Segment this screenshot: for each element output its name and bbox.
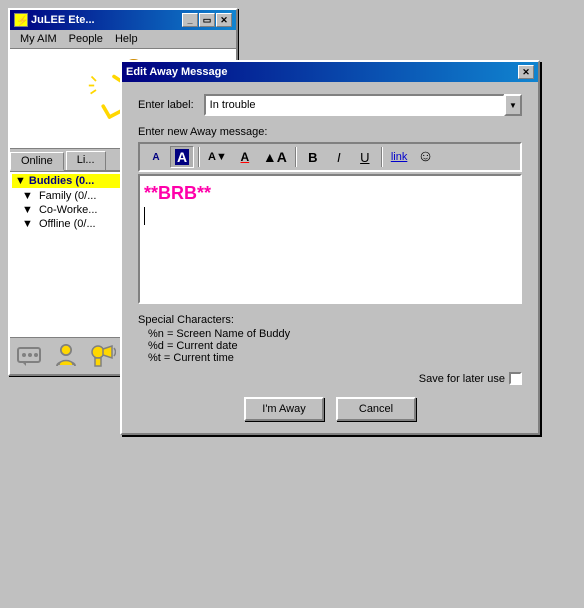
group-label-coworkers: Co-Worke... xyxy=(39,204,97,216)
font-size-up-icon: ▲A xyxy=(263,149,287,165)
italic-icon: I xyxy=(337,150,341,165)
toolbar-sep-3 xyxy=(381,147,383,167)
special-chars-section: Special Characters: %n = Screen Name of … xyxy=(138,314,522,364)
underline-button[interactable]: U xyxy=(353,146,377,168)
edit-away-message-dialog: Edit Away Message ✕ Enter label: In trou… xyxy=(120,60,540,435)
dialog-titlebar: Edit Away Message ✕ xyxy=(122,62,538,82)
label-dropdown[interactable]: In trouble xyxy=(204,94,505,116)
link-icon: link xyxy=(391,151,408,163)
group-arrow-coworkers: ▼ xyxy=(22,204,36,216)
menu-help[interactable]: Help xyxy=(109,32,144,46)
formatting-toolbar: A A A▼ A ▲A B xyxy=(138,142,522,172)
chat-icon[interactable] xyxy=(16,342,44,370)
aim-title-text: JuLEE Ete... xyxy=(31,14,95,26)
italic-button[interactable]: I xyxy=(327,146,351,168)
save-later-label: Save for later use xyxy=(419,372,522,385)
enter-message-text: Enter new Away message: xyxy=(138,126,267,138)
cancel-button[interactable]: Cancel xyxy=(336,397,416,421)
enter-label-row: Enter label: In trouble ▼ xyxy=(138,94,522,116)
special-char-line-1: %n = Screen Name of Buddy xyxy=(138,328,522,340)
toolbar-sep-1 xyxy=(198,147,200,167)
tab-online[interactable]: Online xyxy=(10,152,64,171)
save-later-checkbox[interactable] xyxy=(509,372,522,385)
link-button[interactable]: link xyxy=(387,146,412,168)
smiley-button[interactable]: ☺ xyxy=(413,146,437,168)
tab-list[interactable]: Li... xyxy=(66,151,106,170)
dialog-title-text: Edit Away Message xyxy=(126,66,228,78)
text-cursor xyxy=(144,207,516,225)
enter-label-text: Enter label: xyxy=(138,99,194,111)
enter-message-label: Enter new Away message: xyxy=(138,126,522,138)
font-color-icon: A xyxy=(241,150,250,164)
group-label-family: Family (0/... xyxy=(39,190,96,202)
save-later-text: Save for later use xyxy=(419,373,505,385)
font-size-down-button[interactable]: A▼ xyxy=(204,146,231,168)
dialog-buttons-row: I'm Away Cancel xyxy=(138,397,522,421)
underline-icon: U xyxy=(360,150,369,165)
bold-button[interactable]: B xyxy=(301,146,325,168)
titlebar-buttons: _ ▭ ✕ xyxy=(182,13,232,27)
aim-titlebar: ⚡ JuLEE Ete... _ ▭ ✕ xyxy=(10,10,236,30)
font-size-up-button[interactable]: ▲A xyxy=(259,146,291,168)
label-dropdown-wrapper: In trouble ▼ xyxy=(204,94,522,116)
bold-icon: B xyxy=(308,150,317,165)
special-chars-title: Special Characters: xyxy=(138,314,522,326)
titlebar-left: ⚡ JuLEE Ete... xyxy=(14,13,95,27)
im-away-button[interactable]: I'm Away xyxy=(244,397,324,421)
message-area[interactable]: **BRB** xyxy=(138,174,522,304)
dropdown-arrow-button[interactable]: ▼ xyxy=(504,94,522,116)
special-char-line-2: %d = Current date xyxy=(138,340,522,352)
menu-people[interactable]: People xyxy=(63,32,109,46)
group-arrow-offline: ▼ xyxy=(22,218,36,230)
menu-my-aim[interactable]: My AIM xyxy=(14,32,63,46)
svg-text:⚡: ⚡ xyxy=(16,14,27,26)
group-arrow-family: ▼ xyxy=(22,190,36,202)
announce-icon[interactable] xyxy=(88,342,116,370)
buddy-icon[interactable] xyxy=(52,342,80,370)
message-content-text: **BRB** xyxy=(144,183,211,203)
special-char-line-3: %t = Current time xyxy=(138,352,522,364)
font-color-button[interactable]: A xyxy=(233,146,257,168)
restore-button[interactable]: ▭ xyxy=(199,13,215,27)
font-small-icon: A xyxy=(152,152,159,163)
font-small-button[interactable]: A xyxy=(144,146,168,168)
toolbar-sep-2 xyxy=(295,147,297,167)
minimize-button[interactable]: _ xyxy=(182,13,198,27)
dialog-content: Enter label: In trouble ▼ Enter new Away… xyxy=(122,82,538,433)
dialog-close-button[interactable]: ✕ xyxy=(518,65,534,79)
close-button[interactable]: ✕ xyxy=(216,13,232,27)
group-label-buddies: Buddies (0... xyxy=(29,175,94,187)
save-row: Save for later use xyxy=(138,372,522,385)
group-label-offline: Offline (0/... xyxy=(39,218,96,230)
menu-bar: My AIM People Help xyxy=(10,30,236,49)
smiley-icon: ☺ xyxy=(417,148,433,166)
font-large-icon: A xyxy=(175,149,189,165)
group-arrow-buddies: ▼ xyxy=(15,175,26,187)
font-size-down-icon: A▼ xyxy=(208,151,227,163)
font-large-button[interactable]: A xyxy=(170,146,194,168)
aim-title-icon: ⚡ xyxy=(14,13,28,27)
